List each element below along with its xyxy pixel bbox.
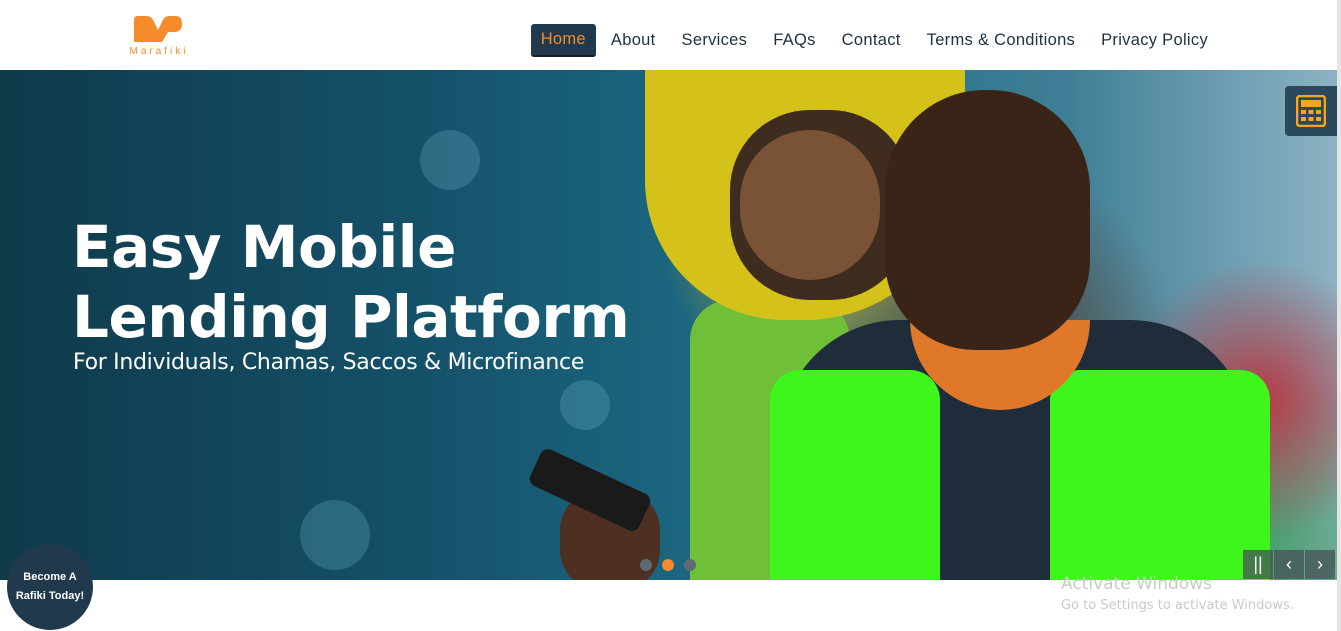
hero-photo-vest-left	[770, 370, 940, 580]
bokeh-light	[560, 380, 610, 430]
nav-faqs[interactable]: FAQs	[760, 25, 828, 56]
hero-title: Easy Mobile Lending Platform	[72, 213, 630, 351]
nav-contact[interactable]: Contact	[829, 25, 914, 56]
windows-activation-watermark: Activate Windows Go to Settings to activ…	[1061, 574, 1294, 613]
chevron-left-icon: ‹	[1286, 554, 1292, 574]
marafiki-logo[interactable]: Marafiki	[122, 12, 196, 60]
become-rafiki-button[interactable]: Become A Rafiki Today!	[7, 544, 93, 630]
watermark-title: Activate Windows	[1061, 574, 1212, 594]
chevron-right-icon: ›	[1317, 554, 1323, 574]
page-scrollbar[interactable]	[1337, 0, 1341, 631]
hero-photo-man-head	[885, 90, 1090, 350]
hero-slider: Easy Mobile Lending Platform For Individ…	[0, 70, 1337, 580]
nav-home[interactable]: Home	[530, 24, 596, 57]
next-slide-button[interactable]: ›	[1305, 550, 1335, 579]
carousel-dot[interactable]	[684, 559, 696, 571]
nav-about[interactable]: About	[598, 25, 669, 56]
watermark-subtitle: Go to Settings to activate Windows.	[1061, 598, 1294, 613]
nav-services[interactable]: Services	[669, 25, 761, 56]
loan-calculator-button[interactable]	[1285, 86, 1337, 136]
carousel-dot-active[interactable]	[662, 559, 674, 571]
logo-mark-icon	[134, 16, 182, 42]
main-nav: Home About Services FAQs Contact Terms &…	[530, 24, 1221, 57]
become-rafiki-label: Become A Rafiki Today!	[15, 571, 85, 602]
calculator-icon	[1296, 95, 1326, 127]
carousel-dot[interactable]	[640, 559, 652, 571]
carousel-indicators	[640, 559, 696, 571]
site-header: Marafiki Home About Services FAQs Contac…	[0, 0, 1341, 70]
logo-text: Marafiki	[129, 46, 189, 57]
bokeh-light	[420, 130, 480, 190]
nav-terms[interactable]: Terms & Conditions	[914, 25, 1088, 56]
nav-privacy[interactable]: Privacy Policy	[1088, 25, 1221, 56]
hero-photo-passenger-face	[740, 130, 880, 280]
hero-photo-vest-right	[1050, 370, 1270, 580]
bokeh-light	[300, 500, 370, 570]
hero-subtitle: For Individuals, Chamas, Saccos & Microf…	[73, 350, 585, 375]
pause-icon: ||	[1253, 554, 1263, 574]
